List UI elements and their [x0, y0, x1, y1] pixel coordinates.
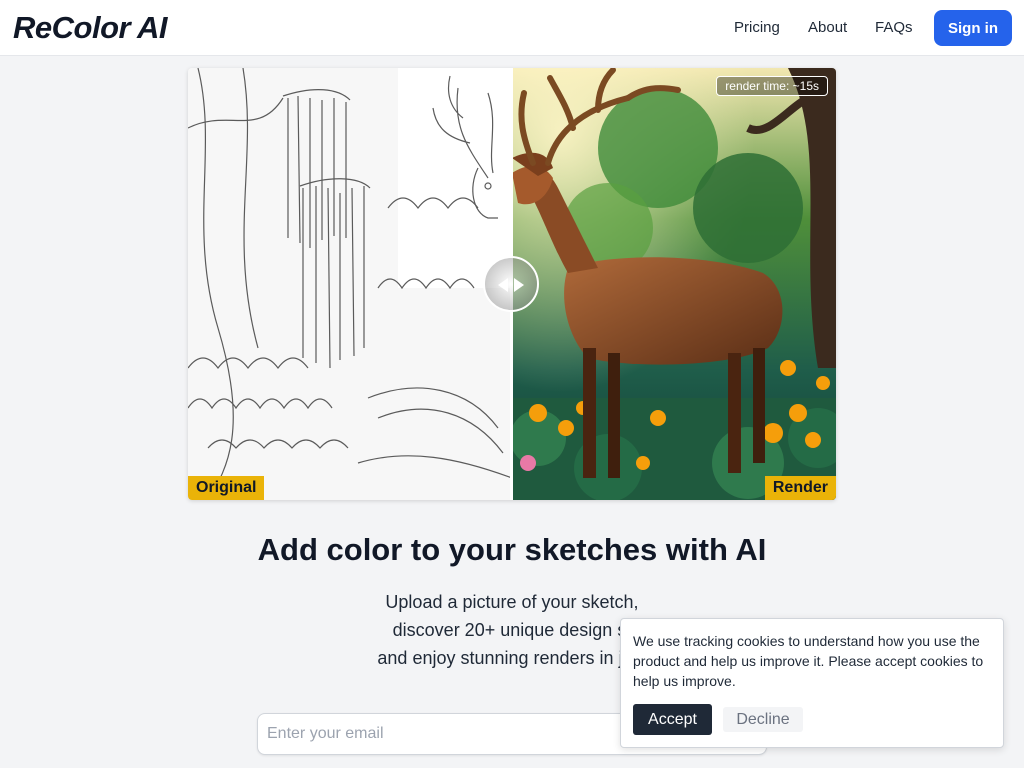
accept-cookies-button[interactable]: Accept: [633, 704, 712, 735]
render-time-badge: render time: ~15s: [716, 76, 828, 96]
rendered-color-image: [510, 68, 836, 500]
hero-title: Add color to your sketches with AI: [257, 532, 767, 567]
nav-link-faqs[interactable]: FAQs: [875, 19, 913, 36]
hero-subtitle-line-1: Upload a picture of your sketch,: [385, 592, 639, 612]
cookie-banner: We use tracking cookies to understand ho…: [620, 618, 1004, 748]
slider-handle[interactable]: [483, 256, 539, 312]
before-after-comparison: render time: ~15s Original Render: [188, 68, 836, 500]
sign-in-button[interactable]: Sign in: [934, 10, 1012, 46]
cookie-message: We use tracking cookies to understand ho…: [633, 633, 984, 689]
nav-link-about[interactable]: About: [808, 19, 847, 36]
logo[interactable]: ReColor AI: [13, 10, 168, 46]
original-label: Original: [188, 476, 265, 500]
site-header: ReColor AI Pricing About FAQs Sign in: [0, 0, 1024, 56]
arrow-right-icon: [514, 278, 524, 292]
render-label: Render: [764, 476, 836, 500]
decline-cookies-button[interactable]: Decline: [723, 707, 803, 732]
arrow-left-icon: [498, 278, 508, 292]
original-sketch-image: [188, 68, 513, 500]
nav-link-pricing[interactable]: Pricing: [734, 19, 780, 36]
